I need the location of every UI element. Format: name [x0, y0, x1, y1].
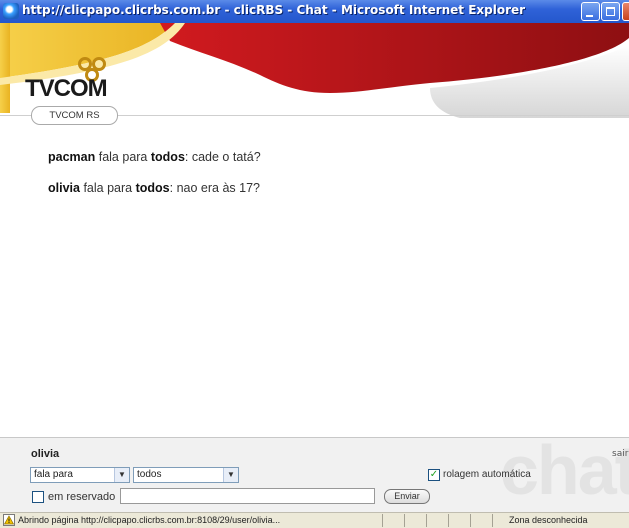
send-button[interactable]: Enviar	[384, 489, 430, 504]
chevron-down-icon[interactable]: ▼	[223, 468, 238, 482]
window-titlebar: http://clicpapo.clicrbs.com.br - clicRBS…	[0, 0, 629, 24]
reserved-label: em reservado	[48, 491, 116, 503]
status-bar: Abrindo página http://clicpapo.clicrbs.c…	[0, 512, 629, 528]
message-verb: fala para	[83, 181, 133, 195]
recipient-select[interactable]: todos ▼	[133, 467, 239, 483]
page-loading-icon	[3, 514, 15, 526]
minimize-icon	[586, 15, 593, 17]
action-select-value: fala para	[34, 469, 73, 480]
recipient-select-value: todos	[137, 469, 162, 480]
security-zone: Zona desconhecida	[509, 515, 588, 525]
reserved-checkbox[interactable]	[32, 491, 44, 503]
chat-controls: chat olivia sair fala para ▼ todos ▼ ✓ r…	[0, 437, 629, 513]
action-select[interactable]: fala para ▼	[30, 467, 130, 483]
maximize-icon	[606, 7, 615, 16]
message-target: todos	[135, 181, 170, 195]
maximize-button[interactable]	[601, 2, 620, 21]
message-input[interactable]	[120, 488, 375, 504]
window-title: http://clicpapo.clicrbs.com.br - clicRBS…	[22, 3, 526, 17]
message-target: todos	[150, 150, 185, 164]
status-divider	[404, 514, 405, 527]
tvcom-logo: TVCOM	[25, 75, 108, 102]
sair-link[interactable]: sair	[612, 449, 628, 459]
minimize-button[interactable]	[581, 2, 600, 21]
status-divider	[470, 514, 471, 527]
message-verb: fala para	[98, 150, 148, 164]
status-divider	[426, 514, 427, 527]
current-username: olivia	[31, 448, 60, 460]
message-sender: olivia	[48, 181, 80, 195]
message-text: : nao era às 17?	[169, 181, 260, 195]
site-header: TVCOM	[0, 23, 629, 118]
ie-icon	[3, 3, 19, 19]
auto-scroll-label: rolagem automática	[443, 469, 531, 480]
status-text: Abrindo página http://clicpapo.clicrbs.c…	[18, 515, 281, 525]
status-divider	[448, 514, 449, 527]
message-sender: pacman	[48, 150, 96, 164]
close-button[interactable]	[622, 2, 629, 21]
chevron-down-icon[interactable]: ▼	[114, 468, 129, 482]
chat-message: pacman fala para todos: cade o tatá?	[48, 150, 261, 164]
status-divider	[492, 514, 493, 527]
tab-tvcom-rs[interactable]: TVCOM RS	[31, 106, 118, 125]
chat-message: olivia fala para todos: nao era às 17?	[48, 181, 261, 195]
chat-log: pacman fala para todos: cade o tatá? oli…	[48, 150, 261, 212]
status-divider	[382, 514, 383, 527]
message-text: : cade o tatá?	[184, 150, 261, 164]
auto-scroll-checkbox[interactable]: ✓	[428, 469, 440, 481]
